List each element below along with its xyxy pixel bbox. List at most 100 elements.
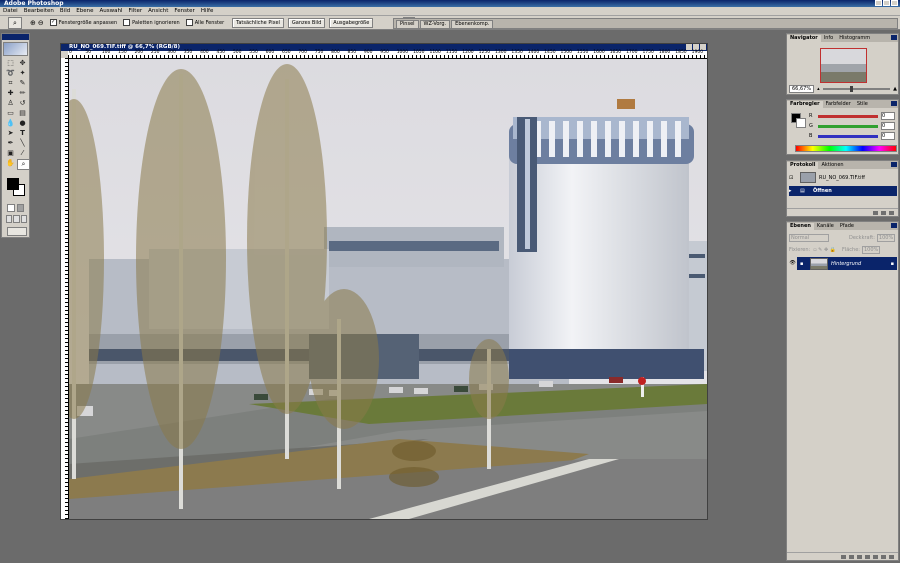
minimize-button[interactable] bbox=[875, 0, 882, 6]
quick-mask-icon[interactable] bbox=[7, 204, 24, 212]
bg-color-chip[interactable] bbox=[796, 118, 806, 128]
menu-hilfe[interactable]: Hilfe bbox=[198, 8, 217, 14]
menu-bearbeiten[interactable]: Bearbeiten bbox=[21, 8, 57, 14]
new-layer-icon[interactable] bbox=[881, 554, 886, 559]
ignore-palettes-checkbox[interactable]: Paletten ignorieren bbox=[123, 19, 180, 26]
close-button[interactable] bbox=[891, 0, 898, 6]
maximize-button[interactable] bbox=[883, 0, 890, 6]
tab-histogram[interactable]: Histogramm bbox=[836, 35, 873, 42]
tab-wz-vorg[interactable]: WZ-Vorg. bbox=[419, 20, 451, 28]
blue-value[interactable]: 0 bbox=[881, 132, 895, 140]
tab-stile[interactable]: Stile bbox=[854, 101, 871, 108]
layer-link-icon[interactable]: ▪ bbox=[800, 261, 807, 267]
navigator-zoom-value[interactable]: 66,67% bbox=[789, 85, 815, 93]
zoom-out-icon[interactable]: ⊖ bbox=[38, 19, 44, 27]
tab-navigator[interactable]: Navigator bbox=[787, 35, 821, 42]
menu-bild[interactable]: Bild bbox=[57, 8, 73, 14]
tab-pinsel[interactable]: Pinsel bbox=[396, 20, 419, 28]
new-document-icon[interactable] bbox=[873, 210, 878, 215]
tab-ebenen[interactable]: Ebenen bbox=[787, 223, 814, 230]
move-tool-icon[interactable]: ✥ bbox=[17, 59, 28, 68]
tab-aktionen[interactable]: Aktionen bbox=[818, 162, 846, 169]
zoom-tool-icon[interactable]: ⌕ bbox=[17, 159, 30, 170]
lock-icons[interactable]: ▫ ✎ ✥ 🔒 bbox=[813, 247, 836, 253]
history-brush-source-icon[interactable]: ⊡ bbox=[789, 175, 797, 181]
healing-brush-tool-icon[interactable]: ✚ bbox=[5, 89, 16, 98]
zoom-in-icon[interactable]: ⊕ bbox=[30, 19, 36, 27]
pen-tool-icon[interactable]: ✒ bbox=[5, 139, 16, 148]
horizontal-ruler[interactable]: 0 50 100 150 200 250 300 350 400 450 500 550 600 650 7… bbox=[68, 50, 707, 59]
trash-icon[interactable] bbox=[889, 554, 894, 559]
tab-pfade[interactable]: Pfade bbox=[837, 223, 857, 230]
palette-menu-icon[interactable] bbox=[891, 223, 897, 228]
imageready-icon[interactable] bbox=[7, 227, 27, 236]
history-item-open[interactable]: ▸ ▤ Öffnen bbox=[789, 186, 897, 196]
foreground-color-swatch[interactable] bbox=[7, 178, 19, 190]
history-brush-tool-icon[interactable]: ↺ bbox=[17, 99, 28, 108]
menu-ebene[interactable]: Ebene bbox=[73, 8, 96, 14]
red-slider[interactable] bbox=[818, 114, 878, 118]
tab-farbregler[interactable]: Farbregler bbox=[787, 101, 823, 108]
all-windows-checkbox[interactable]: Alle Fenster bbox=[185, 19, 224, 26]
eraser-tool-icon[interactable]: ▭ bbox=[5, 109, 16, 118]
red-value[interactable]: 0 bbox=[881, 112, 895, 120]
screen-mode-icon[interactable] bbox=[6, 215, 27, 223]
toolbox-header[interactable] bbox=[2, 34, 29, 40]
layer-row-background[interactable]: 👁 ▪ Hintergrund ▪ bbox=[788, 257, 897, 270]
tab-info[interactable]: Info bbox=[821, 35, 836, 42]
dodge-tool-icon[interactable]: ● bbox=[17, 119, 28, 128]
print-size-button[interactable]: Ausgabegröße bbox=[329, 17, 374, 28]
palette-menu-icon[interactable] bbox=[891, 101, 897, 106]
fill-field[interactable]: 100% bbox=[861, 246, 881, 254]
tab-ebenenkomp[interactable]: Ebenenkomp. bbox=[451, 20, 494, 28]
menu-filter[interactable]: Filter bbox=[125, 8, 145, 14]
green-value[interactable]: 0 bbox=[881, 122, 895, 130]
color-spectrum-ramp[interactable] bbox=[795, 145, 897, 152]
magic-wand-tool-icon[interactable]: ✦ bbox=[17, 69, 28, 78]
history-snapshot[interactable]: ⊡ RU_NO_069.TIF.tiff bbox=[789, 172, 897, 183]
blur-tool-icon[interactable]: 💧 bbox=[5, 119, 16, 128]
tab-farbfelder[interactable]: Farbfelder bbox=[823, 101, 854, 108]
line-tool-icon[interactable]: ╲ bbox=[17, 139, 28, 148]
crop-tool-icon[interactable]: ⌗ bbox=[5, 79, 16, 88]
trash-icon[interactable] bbox=[889, 210, 894, 215]
vertical-ruler[interactable] bbox=[61, 58, 69, 519]
resize-windows-checkbox[interactable]: ✓ Fenstergröße anpassen bbox=[49, 19, 117, 26]
adjustment-layer-icon[interactable] bbox=[873, 554, 878, 559]
eye-icon[interactable]: 👁 bbox=[788, 257, 797, 270]
actual-pixels-button[interactable]: Tatsächliche Pixel bbox=[232, 17, 284, 28]
opacity-field[interactable]: 100% bbox=[876, 234, 896, 242]
menu-datei[interactable]: Datei bbox=[0, 8, 21, 14]
menu-fenster[interactable]: Fenster bbox=[171, 8, 197, 14]
tab-protokoll[interactable]: Protokoll bbox=[787, 162, 819, 169]
layer-style-icon[interactable] bbox=[849, 554, 854, 559]
stamp-tool-icon[interactable]: ♙ bbox=[5, 99, 16, 108]
green-slider[interactable] bbox=[818, 124, 878, 128]
link-icon[interactable] bbox=[841, 554, 846, 559]
eyedropper-tool-icon[interactable]: ⁄ bbox=[17, 149, 28, 158]
tab-kanaele[interactable]: Kanäle bbox=[814, 223, 837, 230]
slice-tool-icon[interactable]: ✎ bbox=[17, 79, 28, 88]
hand-tool-icon[interactable]: ✋ bbox=[5, 159, 16, 168]
notes-tool-icon[interactable]: ▣ bbox=[5, 149, 16, 158]
fit-screen-button[interactable]: Ganzes Bild bbox=[287, 17, 326, 28]
new-snapshot-icon[interactable] bbox=[881, 210, 886, 215]
blue-slider[interactable] bbox=[818, 134, 878, 138]
blend-mode-select[interactable]: Normal bbox=[789, 234, 829, 242]
menu-auswahl[interactable]: Auswahl bbox=[96, 8, 125, 14]
palette-menu-icon[interactable] bbox=[891, 35, 897, 40]
path-selection-tool-icon[interactable]: ➤ bbox=[5, 129, 16, 138]
marquee-tool-icon[interactable]: ⬚ bbox=[5, 59, 16, 68]
feather-logo-icon[interactable] bbox=[3, 42, 28, 56]
image-canvas[interactable] bbox=[69, 59, 707, 519]
zoom-tool-icon[interactable]: ⌕ bbox=[8, 16, 22, 29]
new-set-icon[interactable] bbox=[865, 554, 870, 559]
navigator-thumbnail[interactable] bbox=[820, 48, 867, 83]
menu-ansicht[interactable]: Ansicht bbox=[145, 8, 171, 14]
lasso-tool-icon[interactable]: ➰ bbox=[5, 69, 16, 78]
zoom-slider[interactable] bbox=[822, 86, 891, 92]
gradient-tool-icon[interactable]: ▤ bbox=[17, 109, 28, 118]
type-tool-icon[interactable]: T bbox=[17, 129, 28, 138]
zoom-out-small-icon[interactable]: ▴ bbox=[817, 86, 820, 92]
layer-mask-icon[interactable] bbox=[857, 554, 862, 559]
